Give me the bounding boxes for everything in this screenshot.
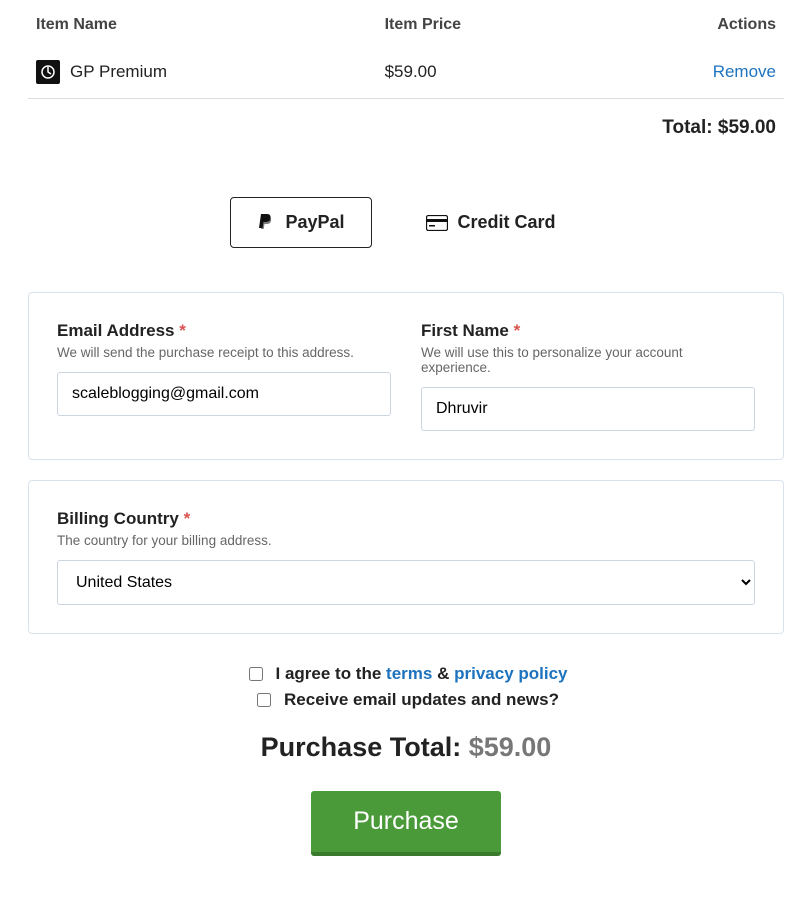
email-input[interactable] [57, 372, 391, 416]
email-help: We will send the purchase receipt to thi… [57, 345, 391, 360]
agreement-section: I agree to the terms & privacy policy Re… [28, 664, 784, 710]
credit-card-icon [426, 215, 448, 231]
updates-checkbox[interactable] [257, 693, 271, 707]
purchase-total: Purchase Total: $59.00 [28, 732, 784, 763]
country-help: The country for your billing address. [57, 533, 755, 548]
col-header-actions: Actions [596, 0, 784, 48]
table-row: GP Premium $59.00 Remove [28, 48, 784, 99]
firstname-field-group: First Name * We will use this to persona… [421, 321, 755, 431]
tab-paypal-label: PayPal [285, 212, 344, 233]
agree-text-prefix: I agree to the [276, 664, 382, 683]
firstname-help: We will use this to personalize your acc… [421, 345, 755, 375]
updates-text: Receive email updates and news? [284, 690, 559, 710]
country-select[interactable]: United States [57, 560, 755, 605]
item-price: $59.00 [377, 48, 596, 99]
tab-credit-label: Credit Card [458, 212, 556, 233]
cart-total: Total: $59.00 [28, 99, 784, 147]
product-icon [36, 60, 60, 84]
agree-amp: & [437, 664, 449, 683]
paypal-icon [257, 213, 275, 233]
country-label: Billing Country [57, 509, 179, 528]
firstname-input[interactable] [421, 387, 755, 431]
purchase-button[interactable]: Purchase [311, 791, 501, 856]
col-header-price: Item Price [377, 0, 596, 48]
country-field-group: Billing Country * The country for your b… [57, 509, 755, 605]
payment-method-tabs: PayPal Credit Card [28, 197, 784, 248]
email-field-group: Email Address * We will send the purchas… [57, 321, 391, 431]
cart-table: Item Name Item Price Actions GP Premium … [28, 0, 784, 99]
terms-link[interactable]: terms [386, 664, 432, 683]
billing-panel: Billing Country * The country for your b… [28, 480, 784, 634]
tab-credit-card[interactable]: Credit Card [400, 197, 582, 248]
firstname-label: First Name [421, 321, 509, 340]
required-mark: * [179, 321, 186, 340]
remove-link[interactable]: Remove [713, 62, 776, 81]
privacy-link[interactable]: privacy policy [454, 664, 567, 683]
item-name: GP Premium [70, 62, 167, 82]
agree-checkbox[interactable] [249, 667, 263, 681]
required-mark: * [184, 509, 191, 528]
email-label: Email Address [57, 321, 174, 340]
customer-info-panel: Email Address * We will send the purchas… [28, 292, 784, 460]
col-header-name: Item Name [28, 0, 377, 48]
tab-paypal[interactable]: PayPal [230, 197, 371, 248]
required-mark: * [514, 321, 521, 340]
